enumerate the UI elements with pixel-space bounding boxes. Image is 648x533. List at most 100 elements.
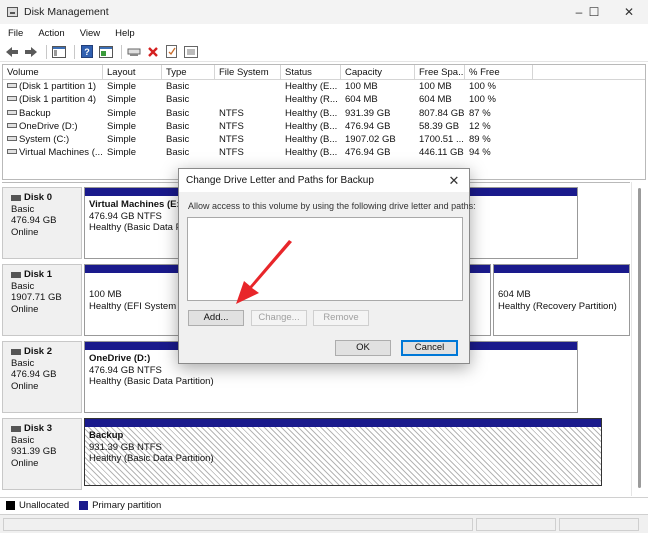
table-row[interactable]: (Disk 1 partition 1) Simple Basic Healthy (… [3,80,645,93]
cancel-button[interactable]: Cancel [401,340,458,356]
cell-text: 807.84 GB [419,107,465,119]
disk-type: Basic [11,434,35,446]
svg-text:?: ? [84,47,90,57]
table-row[interactable]: System (C:) Simple Basic NTFS Healthy (B... 1… [3,133,645,146]
dialog-instruction: Allow access to this volume by using the… [188,201,476,211]
disk-state: Online [11,380,39,392]
table-cell: 94 % [465,146,533,159]
disk-state: Online [11,457,39,469]
col-capacity[interactable]: Capacity [341,65,415,80]
remove-button[interactable]: Remove [313,310,369,326]
menu-help[interactable]: Help [107,28,142,39]
cell-text: Simple [107,107,137,119]
table-cell: 100 % [465,80,533,93]
partition-efi-system[interactable]: 100 MB Healthy (EFI System P [84,264,186,336]
dialog-close-icon[interactable]: ✕ [445,169,463,192]
back-icon[interactable] [4,44,20,60]
cell-text: Healthy (B... [285,120,338,132]
check-icon[interactable] [164,44,180,60]
table-cell: 476.94 GB [341,146,415,159]
table-cell: Simple [103,120,162,133]
connect-icon[interactable] [126,44,142,60]
cell-text: 87 % [469,107,491,119]
partition-size: 100 MB [89,289,122,300]
cell-text: OneDrive (D:) [19,120,78,132]
cell-text: 931.39 GB [345,107,391,119]
primary-partition-bar [494,265,629,273]
table-cell: Simple [103,80,162,93]
table-cell: Simple [103,133,162,146]
disk-0-label[interactable]: Disk 0 Basic 476.94 GB Online [2,187,82,259]
disk-3-label[interactable]: Disk 3 Basic 931.39 GB Online [2,418,82,490]
primary-partition-bar [85,419,601,427]
vertical-scrollbar[interactable] [631,182,646,496]
table-row[interactable]: Backup Simple Basic NTFS Healthy (B... 931.39… [3,107,645,120]
list-view-icon[interactable] [183,44,199,60]
volume-icon [7,109,17,115]
legend-primary-partition: Primary partition [92,500,162,511]
table-row[interactable]: OneDrive (D:) Simple Basic NTFS Healthy (B..… [3,120,645,133]
table-cell: Basic [162,93,215,106]
col-file-system[interactable]: File System [215,65,281,80]
cell-text: 100 % [469,81,496,92]
change-button[interactable]: Change... [251,310,307,326]
disk-management-icon [7,7,18,17]
col-volume[interactable]: Volume [3,65,103,80]
add-button[interactable]: Add... [188,310,244,326]
delete-icon[interactable] [145,44,161,60]
col-percent-free[interactable]: % Free [465,65,533,80]
toolbar-separator [74,44,75,59]
col-free-space[interactable]: Free Spa... [415,65,465,80]
scrollbar-thumb[interactable] [638,188,641,488]
highlight-arrow-icon [236,240,292,304]
menu-view[interactable]: View [72,28,107,39]
help-icon[interactable]: ? [79,44,95,60]
cell-text: Healthy (B... [285,134,338,146]
table-cell: Basic [162,133,215,146]
cell-text: Basic [166,81,190,92]
table-cell [215,80,281,93]
disk-state: Online [11,226,39,238]
disk-icon [11,425,21,432]
forward-icon[interactable] [23,44,39,60]
menu-action[interactable]: Action [30,28,71,39]
ok-button[interactable]: OK [335,340,391,356]
partition-size: 931.39 GB NTFS [89,441,162,453]
primary-partition-swatch [79,501,89,510]
cell-text: Healthy (R... [285,94,338,106]
drive-paths-list[interactable] [187,217,463,301]
col-status[interactable]: Status [281,65,341,80]
table-cell: (Disk 1 partition 4) [3,93,103,106]
table-cell: NTFS [215,133,281,146]
menu-file[interactable]: File [0,28,30,39]
table-cell: Simple [103,146,162,159]
table-row[interactable]: Virtual Machines (... Simple Basic NTFS Heal… [3,146,645,159]
table-cell: Simple [103,107,162,120]
cell-text: 94 % [469,147,491,159]
disk-icon [11,348,21,355]
col-layout[interactable]: Layout [103,65,162,80]
properties-icon[interactable] [98,44,114,60]
disk-icon [11,271,21,278]
close-button[interactable]: ✕ [606,0,648,24]
disk-1-label[interactable]: Disk 1 Basic 1907.71 GB Online [2,264,82,336]
disk-2-label[interactable]: Disk 2 Basic 476.94 GB Online [2,341,82,413]
table-cell: 89 % [465,133,533,146]
table-cell [215,93,281,106]
col-type[interactable]: Type [162,65,215,80]
volume-list[interactable]: Volume Layout Type File System Status Ca… [2,64,646,180]
cell-text: 1700.51 ... [419,134,464,146]
table-row[interactable]: (Disk 1 partition 4) Simple Basic Healthy (… [3,93,645,106]
cell-text: Simple [107,94,137,106]
legend-unallocated: Unallocated [19,500,70,511]
cell-text: 1907.02 GB [345,134,396,146]
partition-recovery[interactable]: 604 MB Healthy (Recovery Partition) [493,264,630,336]
table-cell: NTFS [215,107,281,120]
cell-text: NTFS [219,147,244,159]
partition-status: Healthy (EFI System P [89,300,186,312]
cell-text: 58.39 GB [419,120,460,132]
console-tree-icon[interactable] [51,44,67,60]
table-cell: OneDrive (D:) [3,120,103,133]
partition-backup[interactable]: Backup 931.39 GB NTFS Healthy (Basic Dat… [84,418,602,486]
table-cell: 604 MB [341,93,415,106]
